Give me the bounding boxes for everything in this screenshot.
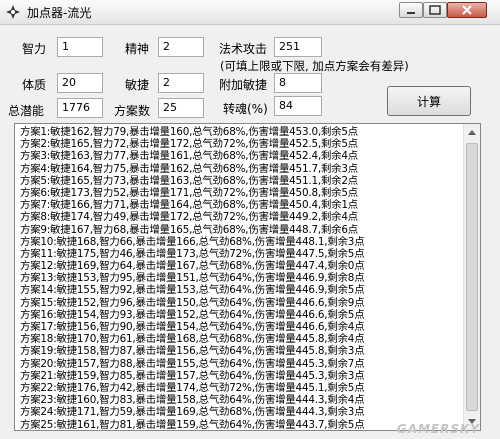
minjie-input[interactable]: 2 bbox=[158, 73, 204, 93]
result-line: 方案8:敏捷174,智力49,暴击增量172,总气劲72%,伤害增量449.2,… bbox=[20, 211, 358, 224]
result-line: 方案18:敏捷170,智力61,暴击增量168,总气劲68%,伤害增量445.8… bbox=[20, 333, 365, 346]
result-line: 方案1:敏捷162,智力79,暴击增量160,总气劲68%,伤害增量453.0,… bbox=[20, 126, 358, 138]
result-line: 方案14:敏捷155,智力92,暴击增量153,总气劲64%,伤害增量446.9… bbox=[20, 284, 365, 297]
calculate-button[interactable]: 计算 bbox=[387, 86, 471, 116]
fanganshu-label: 方案数 bbox=[114, 104, 151, 118]
fujia-input[interactable]: 8 bbox=[274, 73, 322, 93]
result-line: 方案20:敏捷157,智力88,暴击增量155,总气劲64%,伤害增量445.3… bbox=[20, 357, 365, 370]
result-line: 方案4:敏捷164,智力75,暴击增量162,总气劲68%,伤害增量451.7,… bbox=[20, 162, 358, 175]
jingshen-label: 精神 bbox=[125, 42, 150, 56]
minimize-icon bbox=[407, 12, 415, 14]
result-line: 方案12:敏捷169,智力64,暴击增量167,总气劲68%,伤害增量447.4… bbox=[20, 260, 365, 273]
minjie-label: 敏捷 bbox=[125, 78, 150, 92]
result-line: 方案5:敏捷165,智力73,暴击增量163,总气劲68%,伤害增量451.1,… bbox=[20, 174, 358, 187]
maximize-icon bbox=[429, 5, 441, 15]
app-icon bbox=[6, 5, 20, 19]
zhili-input[interactable]: 1 bbox=[57, 37, 103, 57]
result-line: 方案6:敏捷173,智力52,暴击增量171,总气劲72%,伤害增量450.8,… bbox=[20, 186, 358, 199]
result-line: 方案9:敏捷167,智力68,暴击增量165,总气劲68%,伤害增量448.7,… bbox=[20, 223, 358, 236]
result-line: 方案15:敏捷152,智力96,暴击增量150,总气劲64%,伤害增量446.6… bbox=[20, 296, 365, 309]
maximize-button[interactable] bbox=[423, 2, 447, 18]
result-line: 方案25:敏捷161,智力81,暴击增量159,总气劲64%,伤害增量443.7… bbox=[20, 418, 365, 431]
result-line: 方案22:敏捷176,智力42,暴击增量174,总气劲72%,伤害增量445.1… bbox=[20, 381, 365, 394]
scrollbar-thumb[interactable] bbox=[466, 143, 478, 411]
result-line: 方案16:敏捷154,智力93,暴击增量152,总气劲64%,伤害增量446.6… bbox=[20, 308, 365, 321]
watermark: GAMERSKY bbox=[396, 422, 480, 436]
result-line: 方案11:敏捷175,智力46,暴击增量173,总气劲72%,伤害增量447.5… bbox=[20, 247, 365, 260]
results-list: 方案1:敏捷162,智力79,暴击增量160,总气劲68%,伤害增量453.0,… bbox=[20, 126, 460, 431]
result-line: 方案24:敏捷171,智力59,暴击增量169,总气劲68%,伤害增量444.3… bbox=[20, 406, 365, 419]
results-scrollbar[interactable] bbox=[463, 124, 480, 430]
result-line: 方案13:敏捷153,智力95,暴击增量151,总气劲64%,伤害增量446.9… bbox=[20, 272, 365, 285]
result-line: 方案19:敏捷158,智力87,暴击增量156,总气劲64%,伤害增量445.8… bbox=[20, 345, 365, 358]
result-line: 方案23:敏捷160,智力83,暴击增量158,总气劲64%,伤害增量444.3… bbox=[20, 394, 365, 407]
zhuanhun-input[interactable]: 84 bbox=[274, 96, 322, 116]
hint-text: (可填上限或下限, 加点方案会有差异) bbox=[220, 59, 409, 73]
window-title: 加点器-流光 bbox=[27, 6, 92, 20]
tizhi-label: 体质 bbox=[22, 78, 47, 92]
fashu-input[interactable]: 251 bbox=[274, 37, 322, 57]
close-icon bbox=[462, 5, 472, 15]
zongqianneng-input[interactable]: 1776 bbox=[57, 98, 103, 118]
fujia-label: 附加敏捷 bbox=[219, 78, 268, 92]
tizhi-input[interactable]: 20 bbox=[57, 73, 103, 93]
result-line: 方案21:敏捷159,智力85,暴击增量157,总气劲64%,伤害增量445.3… bbox=[20, 369, 365, 382]
title-bar: 加点器-流光 bbox=[0, 0, 500, 25]
zongqianneng-label: 总潜能 bbox=[8, 104, 45, 118]
results-textarea[interactable]: 方案1:敏捷162,智力79,暴击增量160,总气劲68%,伤害增量453.0,… bbox=[14, 123, 481, 431]
result-line: 方案3:敏捷163,智力77,暴击增量161,总气劲68%,伤害增量452.4,… bbox=[20, 150, 358, 163]
zhili-label: 智力 bbox=[22, 42, 47, 56]
result-line: 方案17:敏捷156,智力90,暴击增量154,总气劲64%,伤害增量446.6… bbox=[20, 321, 365, 333]
result-line: 方案10:敏捷168,智力66,暴击增量166,总气劲68%,伤害增量448.1… bbox=[20, 235, 365, 248]
jingshen-input[interactable]: 2 bbox=[158, 37, 204, 57]
close-button[interactable] bbox=[447, 2, 487, 18]
fanganshu-input[interactable]: 25 bbox=[158, 98, 204, 118]
result-line: 方案7:敏捷166,智力71,暴击增量164,总气劲68%,伤害增量450.4,… bbox=[20, 199, 358, 212]
fashu-label: 法术攻击 bbox=[219, 42, 268, 56]
minimize-button[interactable] bbox=[399, 2, 423, 18]
result-line: 方案2:敏捷165,智力72,暴击增量172,总气劲72%,伤害增量452.5,… bbox=[20, 138, 358, 151]
scroll-up-icon[interactable] bbox=[464, 124, 480, 141]
zhuanhun-label: 转魂(%) bbox=[223, 102, 268, 116]
